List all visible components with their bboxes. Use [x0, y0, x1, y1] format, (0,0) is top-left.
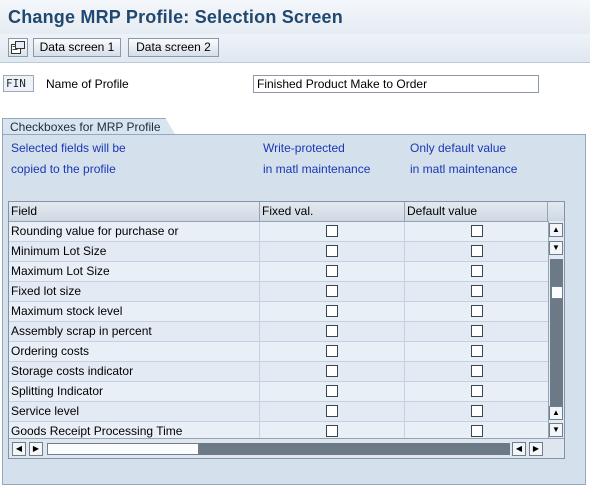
fixed-val-cell — [260, 262, 405, 281]
default-value-checkbox[interactable] — [471, 265, 483, 277]
default-value-checkbox[interactable] — [471, 325, 483, 337]
default-value-cell — [405, 282, 548, 301]
field-name-cell: Minimum Lot Size — [9, 242, 260, 261]
field-name-cell: Fixed lot size — [9, 282, 260, 301]
scroll-left-icon[interactable]: ▶ — [29, 442, 43, 456]
scroll-up-icon[interactable]: ▲ — [549, 223, 563, 237]
scroll-page-up-icon[interactable]: ▲ — [549, 406, 563, 420]
default-value-checkbox[interactable] — [471, 305, 483, 317]
field-name-cell: Ordering costs — [9, 342, 260, 361]
title-bar: Change MRP Profile: Selection Screen — [0, 0, 590, 35]
data-screen-1-button[interactable]: Data screen 1 — [33, 38, 121, 57]
fixed-val-checkbox[interactable] — [326, 385, 338, 397]
hint-write-protected: Write-protected — [263, 141, 345, 155]
default-value-cell — [405, 222, 548, 241]
default-value-cell — [405, 242, 548, 261]
hint-only-default: Only default value — [410, 141, 507, 155]
table-row: Maximum stock level — [9, 302, 548, 322]
table-header: Field Fixed val. Default value — [9, 202, 564, 222]
default-value-cell — [405, 322, 548, 341]
default-value-cell — [405, 402, 548, 421]
fixed-val-cell — [260, 362, 405, 381]
horizontal-scroll-track[interactable] — [47, 443, 510, 455]
data-screen-2-button[interactable]: Data screen 2 — [128, 38, 219, 57]
table-row: Storage costs indicator — [9, 362, 548, 382]
default-value-cell — [405, 382, 548, 401]
fixed-val-checkbox[interactable] — [326, 285, 338, 297]
horizontal-scrollbar[interactable]: ◀ ▶ ◀ ▶ — [9, 438, 564, 458]
group-box-title: Checkboxes for MRP Profile — [2, 118, 176, 135]
table-row: Ordering costs — [9, 342, 548, 362]
field-table: Field Fixed val. Default value Rounding … — [8, 201, 565, 459]
fixed-val-checkbox[interactable] — [326, 325, 338, 337]
fixed-val-cell — [260, 282, 405, 301]
field-name-cell: Maximum stock level — [9, 302, 260, 321]
default-value-checkbox[interactable] — [471, 425, 483, 437]
table-row: Rounding value for purchase or — [9, 222, 548, 242]
table-row: Maximum Lot Size — [9, 262, 548, 282]
table-row: Service level — [9, 402, 548, 422]
default-value-cell — [405, 342, 548, 361]
fixed-val-cell — [260, 222, 405, 241]
scroll-page-down-icon[interactable]: ▼ — [549, 423, 563, 437]
fixed-val-cell — [260, 322, 405, 341]
fixed-val-checkbox[interactable] — [326, 405, 338, 417]
fixed-val-cell — [260, 242, 405, 261]
field-name-cell: Service level — [9, 402, 260, 421]
table-row: Splitting Indicator — [9, 382, 548, 402]
fixed-val-checkbox[interactable] — [326, 225, 338, 237]
horizontal-scroll-thumb[interactable] — [47, 443, 199, 455]
fixed-val-checkbox[interactable] — [326, 245, 338, 257]
default-value-checkbox[interactable] — [471, 365, 483, 377]
default-value-checkbox[interactable] — [471, 225, 483, 237]
column-config-icon[interactable] — [548, 202, 564, 221]
default-value-cell — [405, 262, 548, 281]
fixed-val-cell — [260, 382, 405, 401]
table-row: Fixed lot size — [9, 282, 548, 302]
table-row: Assembly scrap in percent — [9, 322, 548, 342]
profile-name-input[interactable]: Finished Product Make to Order — [253, 75, 539, 93]
fixed-val-cell — [260, 402, 405, 421]
default-value-checkbox[interactable] — [471, 345, 483, 357]
fixed-val-checkbox[interactable] — [326, 305, 338, 317]
fixed-val-checkbox[interactable] — [326, 365, 338, 377]
fixed-val-checkbox[interactable] — [326, 265, 338, 277]
page-title: Change MRP Profile: Selection Screen — [8, 7, 343, 27]
default-value-checkbox[interactable] — [471, 405, 483, 417]
field-name-cell: Assembly scrap in percent — [9, 322, 260, 341]
default-value-cell — [405, 302, 548, 321]
default-value-checkbox[interactable] — [471, 385, 483, 397]
field-name-cell: Maximum Lot Size — [9, 262, 260, 281]
scroll-first-icon[interactable]: ◀ — [12, 442, 26, 456]
fixed-val-checkbox[interactable] — [326, 345, 338, 357]
fixed-val-checkbox[interactable] — [326, 425, 338, 437]
hint-selected-fields: Selected fields will be — [11, 141, 126, 155]
other-object-icon[interactable] — [8, 38, 28, 57]
field-name-cell: Splitting Indicator — [9, 382, 260, 401]
profile-name-label: Name of Profile — [46, 77, 129, 91]
scroll-down-icon[interactable]: ▼ — [549, 241, 563, 255]
field-name-cell: Storage costs indicator — [9, 362, 260, 381]
default-value-cell — [405, 362, 548, 381]
hint-write-protected-maint: in matl maintenance — [263, 162, 371, 176]
scroll-last-icon[interactable]: ▶ — [529, 442, 543, 456]
default-value-checkbox[interactable] — [471, 285, 483, 297]
fixed-val-cell — [260, 342, 405, 361]
column-header-field[interactable]: Field — [9, 202, 260, 221]
scroll-right-icon[interactable]: ◀ — [512, 442, 526, 456]
vertical-scrollbar[interactable]: ▲ ▼ ▲ ▼ — [548, 221, 564, 438]
fixed-val-cell — [260, 302, 405, 321]
column-header-fixed-val[interactable]: Fixed val. — [260, 202, 405, 221]
application-toolbar: Data screen 1 Data screen 2 — [0, 34, 590, 63]
default-value-checkbox[interactable] — [471, 245, 483, 257]
vertical-scroll-thumb[interactable] — [551, 286, 563, 299]
table-row: Minimum Lot Size — [9, 242, 548, 262]
hint-only-default-maint: in matl maintenance — [410, 162, 518, 176]
vertical-scroll-track[interactable] — [550, 259, 563, 419]
column-header-default-value[interactable]: Default value — [405, 202, 548, 221]
hint-copied-to-profile: copied to the profile — [11, 162, 116, 176]
profile-code-field[interactable]: FIN — [3, 75, 34, 92]
field-name-cell: Rounding value for purchase or — [9, 222, 260, 241]
